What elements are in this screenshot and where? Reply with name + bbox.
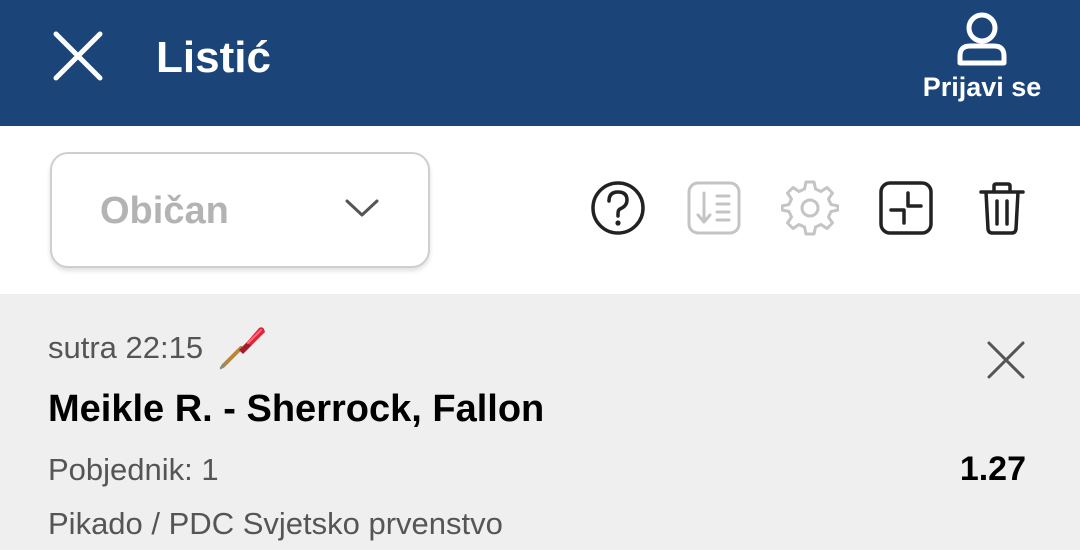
help-button[interactable] (588, 178, 648, 238)
settings-button[interactable] (780, 178, 840, 238)
login-button[interactable]: Prijavi se (912, 10, 1052, 116)
bet-time-row: sutra 22:15 (48, 326, 267, 370)
collapse-button[interactable] (876, 178, 936, 238)
close-icon (53, 31, 103, 81)
bet-odds: 1.27 (959, 450, 1026, 488)
page-title: Listić (156, 33, 271, 82)
close-icon (987, 341, 1025, 379)
bet-selection: sutra 22:15 Meikle R. - Sherrock, Fallon… (0, 294, 1080, 550)
clear-ticket-button[interactable] (972, 178, 1032, 238)
app-header: Listić Prijavi se (0, 0, 1080, 126)
chevron-down-icon (345, 199, 379, 217)
user-icon (957, 12, 1007, 66)
bet-match-name: Meikle R. - Sherrock, Fallon (48, 388, 545, 430)
sort-icon (687, 181, 741, 235)
settings-icon (781, 180, 839, 236)
sort-button[interactable] (684, 178, 744, 238)
darts-icon (219, 327, 266, 370)
ticket-toolbar: Običan (0, 126, 1080, 294)
ticket-type-value: Običan (100, 190, 229, 232)
help-icon (591, 181, 645, 235)
bet-market: Pobjednik: 1 (48, 452, 219, 487)
close-button[interactable] (44, 22, 112, 90)
trash-icon (979, 182, 1025, 235)
bet-league: Pikado / PDC Svjetsko prvenstvo (48, 506, 503, 541)
collapse-icon (879, 181, 933, 235)
ticket-type-select[interactable]: Običan (50, 152, 430, 268)
bet-start-time: sutra 22:15 (48, 330, 204, 365)
remove-selection-button[interactable] (984, 338, 1028, 382)
login-label: Prijavi se (922, 72, 1042, 102)
